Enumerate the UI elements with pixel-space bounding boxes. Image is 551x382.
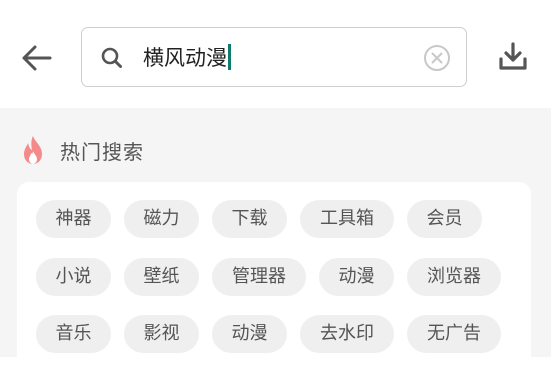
hot-tag[interactable]: 去水印 xyxy=(300,315,394,353)
download-button[interactable] xyxy=(494,38,532,76)
hot-tag[interactable]: 影视 xyxy=(124,315,199,353)
hot-tag[interactable]: 管理器 xyxy=(212,258,306,296)
search-input-value: 横风动漫 xyxy=(143,46,227,70)
arrow-left-icon xyxy=(22,45,52,71)
hot-search-tags: 神器 磁力 下载 工具箱 会员 小说 壁纸 管理器 动漫 浏览器 音乐 影视 动… xyxy=(17,182,531,382)
hot-tag[interactable]: 会员 xyxy=(407,200,482,238)
download-icon xyxy=(499,42,527,70)
clear-circle-icon[interactable] xyxy=(423,44,451,72)
search-input[interactable]: 横风动漫 xyxy=(143,42,231,74)
hot-tag[interactable]: 工具箱 xyxy=(300,200,394,238)
hot-tag[interactable]: 下载 xyxy=(212,200,287,238)
hot-tag[interactable]: 动漫 xyxy=(319,258,394,296)
hot-tag[interactable]: 小说 xyxy=(36,258,111,296)
search-box[interactable]: 横风动漫 xyxy=(81,27,467,87)
hot-tag[interactable]: 无广告 xyxy=(407,315,501,353)
top-bar: 横风动漫 xyxy=(0,0,551,108)
hot-tag[interactable]: 壁纸 xyxy=(124,258,199,296)
text-caret xyxy=(228,44,231,70)
hot-tag[interactable]: 音乐 xyxy=(36,315,111,353)
hot-tag[interactable]: 浏览器 xyxy=(407,258,501,296)
hot-search-header: 热门搜索 xyxy=(20,134,144,166)
hot-tag[interactable]: 磁力 xyxy=(124,200,199,238)
search-icon xyxy=(101,47,122,68)
hot-tag[interactable]: 神器 xyxy=(36,200,111,238)
fire-icon xyxy=(24,136,42,164)
content-area: 热门搜索 神器 磁力 下载 工具箱 会员 小说 壁纸 管理器 动漫 浏览器 音乐… xyxy=(0,108,551,382)
back-button[interactable] xyxy=(16,38,56,78)
hot-search-title: 热门搜索 xyxy=(60,139,144,164)
hot-tag[interactable]: 动漫 xyxy=(212,315,287,353)
